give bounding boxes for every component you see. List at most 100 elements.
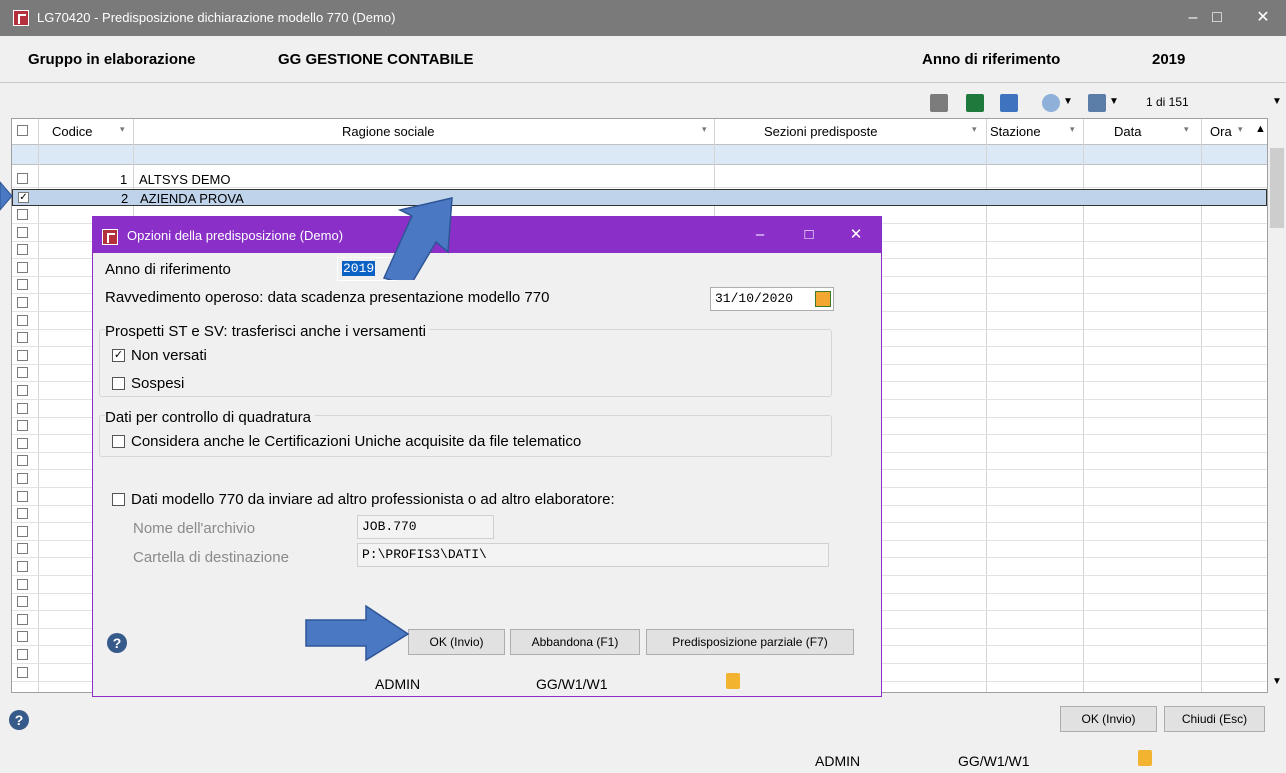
row-checkbox[interactable] xyxy=(17,173,28,184)
col-codice[interactable]: Codice xyxy=(52,124,92,139)
main-window: LG70420 - Predisposizione dichiarazione … xyxy=(0,0,1286,773)
toolbar-more-icon[interactable]: ▼ xyxy=(1272,96,1282,107)
search-dropdown-icon[interactable]: ▼ xyxy=(1063,96,1073,107)
row-checkbox[interactable] xyxy=(17,314,28,326)
row-checkbox[interactable] xyxy=(17,349,28,361)
dialog-title-bar: Opzioni della predisposizione (Demo) – □… xyxy=(93,217,881,253)
row-checkbox[interactable] xyxy=(17,385,28,396)
row-checkbox[interactable] xyxy=(17,367,28,379)
col-data[interactable]: Data xyxy=(1114,124,1141,139)
cu-checkbox[interactable] xyxy=(112,435,125,448)
dialog-ok-button[interactable]: OK (Invio) xyxy=(408,629,505,655)
row-checkbox[interactable] xyxy=(17,244,28,256)
print-icon[interactable] xyxy=(930,94,948,112)
row-checkbox[interactable] xyxy=(17,473,28,484)
versamenti-group-title: Prospetti ST e SV: trasferisci anche i v… xyxy=(105,323,430,340)
quadratura-group-title: Dati per controllo di quadratura xyxy=(105,409,315,426)
row-checkbox[interactable] xyxy=(17,332,28,344)
status-user: ADMIN xyxy=(815,753,861,769)
help-icon[interactable]: ? xyxy=(9,710,29,730)
ok-button[interactable]: OK (Invio) xyxy=(1060,706,1157,732)
group-value: GG GESTIONE CONTABILE xyxy=(278,51,474,68)
select-all-checkbox[interactable] xyxy=(17,125,28,136)
row-checkbox[interactable] xyxy=(17,261,28,273)
close-button[interactable]: ✕ xyxy=(1240,0,1286,36)
group-header: Gruppo in elaborazione GG GESTIONE CONTA… xyxy=(0,43,1286,83)
row-checkbox[interactable] xyxy=(17,543,28,555)
sospesi-label: Sospesi xyxy=(131,375,185,392)
maximize-button[interactable]: □ xyxy=(1194,0,1240,36)
row-checkbox[interactable] xyxy=(17,420,28,432)
row-checkbox[interactable] xyxy=(17,490,28,502)
grid-filter-row[interactable] xyxy=(12,145,1267,165)
altro-label: Dati modello 770 da inviare ad altro pro… xyxy=(131,491,615,508)
row-checkbox[interactable] xyxy=(17,578,28,590)
row-checkbox[interactable] xyxy=(17,402,28,414)
filter-stazione-icon[interactable]: ▾ xyxy=(1070,124,1075,135)
app-icon xyxy=(13,10,29,26)
filter-sezioni-icon[interactable]: ▾ xyxy=(972,124,977,135)
anno-label: Anno di riferimento xyxy=(105,261,231,278)
row-code: 2 xyxy=(121,191,129,206)
filter-ragione-icon[interactable]: ▾ xyxy=(702,124,707,135)
row-checkbox[interactable] xyxy=(17,226,28,238)
filter-icon[interactable] xyxy=(1088,94,1106,112)
row-checkbox[interactable] xyxy=(17,649,28,660)
predisposizione-parziale-button[interactable]: Predisposizione parziale (F7) xyxy=(646,629,854,655)
row-checkbox[interactable] xyxy=(17,297,28,308)
table-row[interactable]: 1 ALTSYS DEMO xyxy=(12,171,1267,188)
sospesi-checkbox[interactable] xyxy=(112,377,125,390)
row-checkbox[interactable] xyxy=(17,561,28,572)
filter-codice-icon[interactable]: ▾ xyxy=(120,124,125,135)
close-esc-button[interactable]: Chiudi (Esc) xyxy=(1164,706,1265,732)
nonversati-checkbox[interactable]: ✓ xyxy=(112,349,125,362)
dialog-close-button[interactable]: ✕ xyxy=(833,217,879,253)
calendar-icon[interactable] xyxy=(815,291,831,307)
row-checkbox-checked[interactable]: ✓ xyxy=(18,192,29,203)
cartella-input[interactable]: P:\PROFIS3\DATI\ xyxy=(357,543,829,567)
scroll-up-icon[interactable]: ▲ xyxy=(1255,123,1266,135)
scroll-down-icon[interactable]: ▼ xyxy=(1272,676,1282,687)
col-stazione[interactable]: Stazione xyxy=(990,124,1041,139)
row-checkbox[interactable] xyxy=(17,525,28,537)
excel-icon[interactable] xyxy=(966,94,984,112)
abbandona-button[interactable]: Abbandona (F1) xyxy=(510,629,640,655)
row-checkbox[interactable] xyxy=(17,279,28,291)
pointer-arrow-icon xyxy=(0,181,13,211)
export-icon[interactable] xyxy=(1000,94,1018,112)
dialog-app-icon xyxy=(102,229,118,245)
grid-vertical-scrollbar[interactable]: ▼ xyxy=(1268,118,1286,693)
dialog-maximize-button[interactable]: □ xyxy=(786,217,832,253)
dialog-minimize-button[interactable]: – xyxy=(737,217,783,253)
archivio-input[interactable]: JOB.770 xyxy=(357,515,494,539)
search-icon[interactable] xyxy=(1042,94,1060,112)
table-row-selected[interactable]: ✓ 2 AZIENDA PROVA xyxy=(12,189,1267,206)
dialog-status-user: ADMIN xyxy=(375,676,421,692)
row-checkbox[interactable] xyxy=(17,508,28,520)
options-dialog: Opzioni della predisposizione (Demo) – □… xyxy=(92,216,882,697)
archivio-label: Nome dell'archivio xyxy=(133,520,256,537)
row-checkbox[interactable] xyxy=(17,613,28,625)
arrow-to-year-icon xyxy=(382,197,453,280)
col-ragione-sociale[interactable]: Ragione sociale xyxy=(342,124,435,139)
row-checkbox[interactable] xyxy=(17,209,28,220)
row-checkbox[interactable] xyxy=(17,437,28,449)
filter-dropdown-icon[interactable]: ▼ xyxy=(1109,96,1119,107)
row-checkbox[interactable] xyxy=(17,666,28,678)
grid-toolbar: ▼ ▼ 1 di 151 ▼ xyxy=(0,90,1286,118)
cu-label: Considera anche le Certificazioni Uniche… xyxy=(131,433,582,450)
scroll-thumb[interactable] xyxy=(1270,148,1284,228)
window-title: LG70420 - Predisposizione dichiarazione … xyxy=(37,10,396,25)
col-ora[interactable]: Ora xyxy=(1210,124,1232,139)
col-sezioni[interactable]: Sezioni predisposte xyxy=(764,124,877,139)
database-icon xyxy=(1138,750,1152,766)
pager: 1 di 151 xyxy=(1146,95,1189,109)
row-checkbox[interactable] xyxy=(17,455,28,467)
nonversati-label: Non versati xyxy=(131,347,207,364)
filter-ora-icon[interactable]: ▾ xyxy=(1238,124,1243,135)
filter-data-icon[interactable]: ▾ xyxy=(1184,124,1189,135)
row-checkbox[interactable] xyxy=(17,631,28,643)
dialog-help-icon[interactable]: ? xyxy=(107,633,127,653)
row-checkbox[interactable] xyxy=(17,596,28,608)
altro-checkbox[interactable] xyxy=(112,493,125,506)
